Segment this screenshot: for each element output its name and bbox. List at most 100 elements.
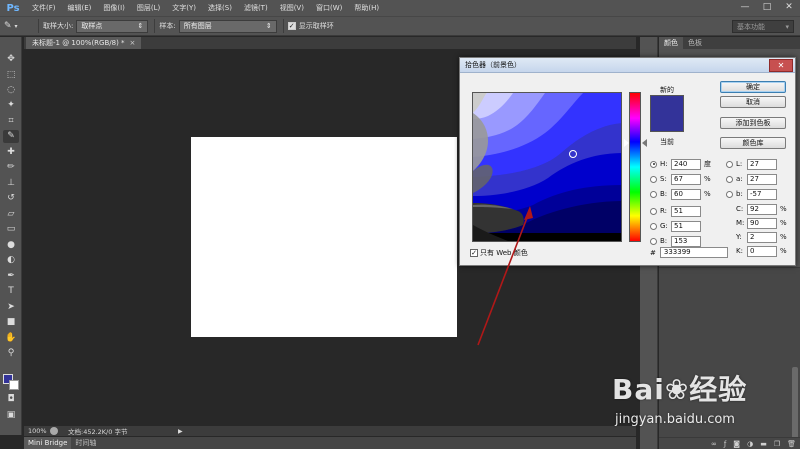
sample-size-select[interactable]: 取样点 ⇕ [76, 19, 149, 33]
tab-color[interactable]: 颜色 [659, 37, 683, 49]
close-tab-icon[interactable]: × [130, 39, 136, 47]
black-input[interactable]: 0 [747, 245, 777, 257]
shape-tool-icon[interactable]: ■ [3, 316, 19, 329]
divider [154, 19, 156, 33]
brightness-input[interactable]: 60 [671, 188, 701, 200]
hue-slider-right-arrow-icon[interactable] [642, 139, 647, 147]
layer-mask-icon[interactable]: ◙ [733, 440, 740, 448]
lab-b-input[interactable]: -57 [747, 188, 777, 200]
show-ring-checkbox[interactable]: ✓ [287, 22, 296, 30]
menu-select[interactable]: 选择(S) [202, 0, 238, 16]
status-info-icon[interactable] [50, 427, 58, 435]
new-layer-icon[interactable]: ❐ [774, 440, 780, 448]
status-menu-arrow-icon[interactable]: ▶ [178, 428, 183, 435]
saturation-input[interactable]: 67 [671, 173, 701, 185]
red-row: R: 51 [650, 205, 704, 217]
green-radio[interactable] [650, 222, 657, 230]
red-radio[interactable] [650, 207, 657, 215]
lab-l-input[interactable]: 27 [747, 158, 777, 170]
link-layers-icon[interactable]: ∞ [711, 440, 717, 448]
lab-a-radio[interactable] [726, 175, 733, 183]
dialog-close-button[interactable]: ✕ [769, 58, 793, 72]
blue-radio[interactable] [650, 237, 657, 245]
adjustment-layer-icon[interactable]: ◑ [747, 440, 753, 448]
hex-input[interactable]: 333399 [659, 247, 728, 258]
magenta-input[interactable]: 90 [747, 217, 777, 229]
yellow-label: Y: [736, 233, 742, 241]
sample-select[interactable]: 所有图层 ⇕ [178, 19, 277, 33]
red-input[interactable]: 51 [671, 205, 701, 217]
menu-file[interactable]: 文件(F) [26, 0, 62, 16]
brightness-radio[interactable] [650, 190, 657, 198]
hue-radio[interactable] [650, 160, 657, 168]
document-tab[interactable]: 未标题-1 @ 100%(RGB/8) * × [26, 37, 142, 49]
gradient-tool-icon[interactable]: ▭ [3, 223, 19, 236]
menu-image[interactable]: 图像(I) [97, 0, 131, 16]
quick-mask-icon[interactable]: ◘ [3, 393, 19, 406]
menu-layer[interactable]: 图层(L) [131, 0, 166, 16]
color-libraries-button[interactable]: 颜色库 [720, 137, 786, 149]
delete-layer-icon[interactable]: 🗑 [787, 440, 796, 448]
cancel-button[interactable]: 取消 [720, 96, 786, 108]
green-input[interactable]: 51 [671, 220, 701, 232]
ok-button[interactable]: 确定 [720, 81, 786, 93]
tab-timeline[interactable]: 时间轴 [71, 437, 100, 449]
type-tool-icon[interactable]: T [3, 285, 19, 298]
minimize-button[interactable]: — [734, 0, 756, 14]
eraser-tool-icon[interactable]: ▱ [3, 208, 19, 221]
add-to-swatches-button[interactable]: 添加到色板 [720, 117, 786, 129]
maximize-button[interactable]: □ [756, 0, 778, 14]
marquee-tool-icon[interactable]: ⬚ [3, 69, 19, 82]
dodge-tool-icon[interactable]: ◐ [3, 254, 19, 267]
quick-select-tool-icon[interactable]: ✦ [3, 99, 19, 112]
panel-scrollbar[interactable] [792, 367, 798, 445]
tab-swatches[interactable]: 色板 [683, 37, 707, 49]
hue-input[interactable]: 240 [671, 158, 701, 170]
workspace-switcher[interactable]: 基本功能 ▾ [732, 20, 794, 33]
menu-view[interactable]: 视图(V) [274, 0, 310, 16]
hue-slider[interactable] [629, 92, 641, 242]
lab-l-radio[interactable] [726, 160, 733, 168]
pen-tool-icon[interactable]: ✒ [3, 270, 19, 283]
menu-edit[interactable]: 编辑(E) [62, 0, 98, 16]
menu-window[interactable]: 窗口(W) [310, 0, 348, 16]
crop-tool-icon[interactable]: ⌗ [3, 115, 19, 128]
menu-filter[interactable]: 滤镜(T) [238, 0, 274, 16]
layer-style-icon[interactable]: ƒ [724, 440, 726, 448]
path-select-tool-icon[interactable]: ➤ [3, 301, 19, 314]
history-brush-tool-icon[interactable]: ↺ [3, 192, 19, 205]
close-window-button[interactable]: ✕ [778, 0, 800, 14]
blur-tool-icon[interactable]: ● [3, 239, 19, 252]
saturation-radio[interactable] [650, 175, 657, 183]
black-row: K: 0 % [736, 245, 787, 257]
dialog-title-bar[interactable]: 拾色器（前景色） ✕ [460, 58, 795, 73]
tab-mini-bridge[interactable]: Mini Bridge [24, 437, 72, 449]
eyedropper-tool-icon[interactable]: ✎ [3, 130, 19, 143]
healing-brush-tool-icon[interactable]: ✚ [3, 146, 19, 159]
document-canvas[interactable] [191, 137, 457, 337]
blue-input[interactable]: 153 [671, 235, 701, 247]
screen-mode-icon[interactable]: ▣ [3, 409, 19, 422]
yellow-input[interactable]: 2 [747, 231, 777, 243]
hand-tool-icon[interactable]: ✋ [3, 332, 19, 345]
brush-tool-icon[interactable]: ✏ [3, 161, 19, 174]
lab-a-input[interactable]: 27 [747, 173, 777, 185]
document-tab-title: 未标题-1 @ 100%(RGB/8) * [32, 39, 125, 47]
eyedropper-preset-icon[interactable]: ✎ ▾ [4, 18, 34, 34]
move-tool-icon[interactable]: ✥ [3, 53, 19, 66]
green-label: G: [660, 222, 668, 230]
watermark-logo: Bai❀经验 [612, 373, 748, 406]
menu-type[interactable]: 文字(Y) [166, 0, 202, 16]
new-color-label: 新的 [660, 86, 674, 94]
hue-unit: 度 [704, 160, 711, 168]
zoom-level[interactable]: 100% [24, 427, 50, 435]
clone-stamp-tool-icon[interactable]: ⊥ [3, 177, 19, 190]
lasso-tool-icon[interactable]: ◌ [3, 84, 19, 97]
menu-help[interactable]: 帮助(H) [348, 0, 385, 16]
hue-slider-left-arrow-icon[interactable] [624, 139, 629, 147]
new-group-icon[interactable]: ▬ [760, 440, 767, 448]
lab-b-radio[interactable] [726, 190, 733, 198]
cyan-input[interactable]: 92 [747, 203, 777, 215]
background-color-swatch[interactable] [9, 380, 19, 390]
zoom-tool-icon[interactable]: ⚲ [3, 347, 19, 360]
